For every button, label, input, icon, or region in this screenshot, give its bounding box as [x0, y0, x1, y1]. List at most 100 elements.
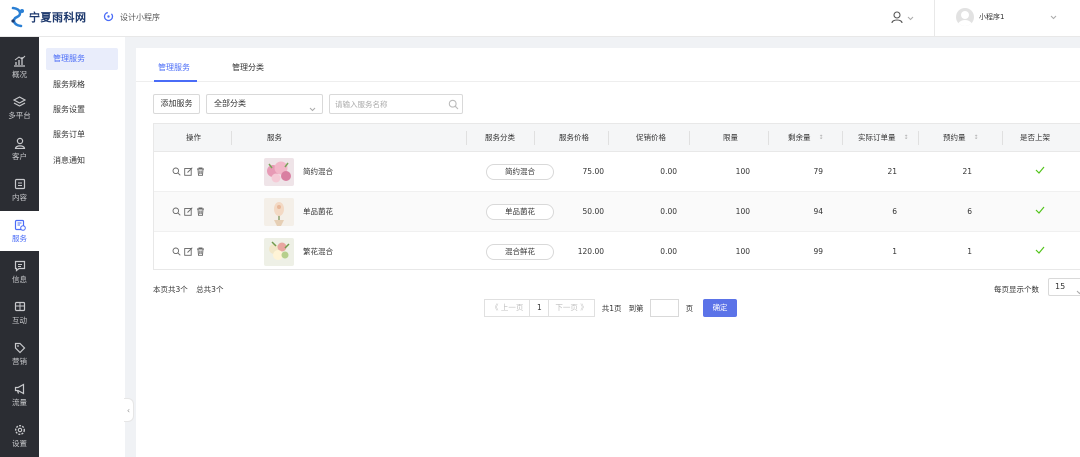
sidebar-item-messages[interactable]: 信息	[0, 252, 39, 292]
account-switcher[interactable]: 小程序1	[956, 8, 1004, 26]
account-name: 小程序1	[979, 13, 1005, 21]
page-size-select[interactable]: 15	[1048, 278, 1080, 296]
column-header-actual-orders[interactable]: 实际订单量 ↕	[858, 124, 909, 152]
sidebar-item-label: 设置	[12, 438, 27, 448]
brand-logo[interactable]: 宁夏雨科网	[9, 6, 87, 28]
submenu-item-service-spec[interactable]: 服务规格	[46, 74, 118, 96]
edit-icon[interactable]	[184, 207, 193, 218]
reservations-cell: 21	[962, 167, 972, 176]
edit-icon[interactable]	[184, 247, 193, 258]
column-divider	[689, 131, 690, 145]
submenu-item-service-orders[interactable]: 服务订单	[46, 124, 118, 146]
promo-price-cell: 0.00	[660, 207, 677, 216]
service-thumbnail	[264, 198, 294, 226]
sidebar-item-label: 概况	[12, 69, 27, 79]
user-icon	[890, 10, 904, 26]
sidebar-item-label: 信息	[12, 274, 27, 284]
interaction-icon	[14, 301, 25, 311]
add-service-button[interactable]: 添加服务	[153, 94, 200, 114]
edit-icon[interactable]	[184, 167, 193, 178]
remaining-cell: 79	[813, 167, 823, 176]
search-icon[interactable]	[172, 207, 181, 218]
submenu-item-manage-service[interactable]: 管理服务	[46, 48, 118, 70]
page-size-label: 每页显示个数	[994, 285, 1039, 294]
search-input[interactable]	[330, 95, 440, 113]
collapse-menu-button[interactable]: ‹	[124, 398, 134, 422]
column-header-listed: 是否上架	[1020, 133, 1050, 142]
price-cell: 50.00	[582, 207, 604, 216]
sidebar-item-label: 营销	[12, 356, 27, 366]
sidebar-item-multiplatform[interactable]: 多平台	[0, 88, 39, 128]
category-select[interactable]: 全部分类	[206, 94, 323, 114]
sort-icon: ↕	[903, 134, 909, 141]
column-header-promo-price: 促销价格	[636, 133, 666, 142]
goto-page-input[interactable]	[649, 299, 679, 317]
sidebar-item-label: 流量	[12, 397, 27, 407]
remaining-cell: 99	[813, 247, 823, 256]
sidebar-item-marketing[interactable]: 营销	[0, 334, 39, 374]
tab-manage-service[interactable]: 管理服务	[158, 62, 190, 73]
tag-icon	[14, 342, 25, 353]
column-divider	[1002, 131, 1003, 145]
table-summary: 本页共3个 总共3个	[153, 284, 223, 295]
table-row: 繁花混合 混合鲜花 120.00 0.00 100 99 1 1	[154, 232, 1080, 269]
column-header-label: 实际订单量	[858, 133, 896, 142]
submenu-item-notifications[interactable]: 消息通知	[46, 150, 118, 172]
column-header-reservations[interactable]: 预约量 ↕	[943, 124, 979, 152]
sidebar-item-service[interactable]: 服务	[0, 211, 39, 251]
price-cell: 75.00	[582, 167, 604, 176]
row-actions	[172, 247, 205, 258]
trash-icon[interactable]	[196, 207, 205, 218]
avatar	[956, 8, 974, 26]
column-header-category: 服务分类	[485, 133, 515, 142]
search-box	[329, 94, 463, 114]
chart-icon	[14, 55, 26, 67]
sidebar-item-label: 互动	[12, 315, 27, 325]
layers-icon	[13, 95, 26, 107]
service-name: 繁花混合	[303, 247, 333, 256]
sidebar-item-settings[interactable]: 设置	[0, 416, 39, 456]
search-icon[interactable]	[448, 99, 459, 112]
table-header: 操作 服务 服务分类 服务价格 促销价格 限量 剩余量 ↕ 实际订单量 ↕ 预约量 ↕…	[154, 124, 1080, 152]
limit-cell: 100	[735, 207, 750, 216]
actual-orders-cell: 1	[892, 247, 897, 256]
category-tag: 简约混合	[486, 164, 554, 180]
user-menu[interactable]	[890, 10, 914, 26]
column-header-remaining[interactable]: 剩余量 ↕	[788, 124, 824, 152]
confirm-page-button[interactable]: 确定	[703, 299, 738, 317]
sidebar-item-content[interactable]: 内容	[0, 170, 39, 210]
logo-mark-icon	[9, 6, 27, 28]
submenu-item-service-settings[interactable]: 服务设置	[46, 99, 118, 121]
page-size-value: 15	[1055, 282, 1066, 291]
sort-icon: ↕	[818, 134, 824, 141]
sidebar-item-overview[interactable]: 概况	[0, 47, 39, 87]
column-divider	[768, 131, 769, 145]
document-icon	[14, 178, 25, 189]
chevron-down-icon	[1076, 285, 1080, 301]
main-panel: 管理服务 管理分类 添加服务 全部分类 操作 服务 服务分类 服务价格 促销价格…	[136, 48, 1080, 457]
page-number-button[interactable]: 1	[530, 299, 549, 317]
sidebar-item-traffic[interactable]: 流量	[0, 375, 39, 415]
sidebar-item-interaction[interactable]: 互动	[0, 293, 39, 333]
next-page-button[interactable]: 下一页 》	[548, 299, 595, 317]
trash-icon[interactable]	[196, 247, 205, 258]
search-icon[interactable]	[172, 247, 181, 258]
app-switcher[interactable]: 设计小程序	[103, 11, 160, 24]
sidebar-item-label: 客户	[12, 151, 27, 161]
column-header-price: 服务价格	[559, 133, 589, 142]
sort-icon: ↕	[973, 134, 979, 141]
chevron-down-icon[interactable]	[1050, 13, 1057, 22]
search-icon[interactable]	[172, 167, 181, 178]
price-cell: 120.00	[577, 247, 604, 256]
reservations-cell: 6	[967, 207, 972, 216]
check-icon	[1035, 206, 1045, 216]
actual-orders-cell: 6	[892, 207, 897, 216]
actual-orders-cell: 21	[887, 167, 897, 176]
total-count-text: 总共3个	[196, 285, 224, 294]
column-header-limit: 限量	[723, 133, 738, 142]
sidebar-item-customers[interactable]: 客户	[0, 129, 39, 169]
service-thumbnail	[264, 238, 294, 266]
tab-manage-category[interactable]: 管理分类	[232, 62, 264, 73]
prev-page-button[interactable]: 《 上一页	[484, 299, 531, 317]
trash-icon[interactable]	[196, 167, 205, 178]
